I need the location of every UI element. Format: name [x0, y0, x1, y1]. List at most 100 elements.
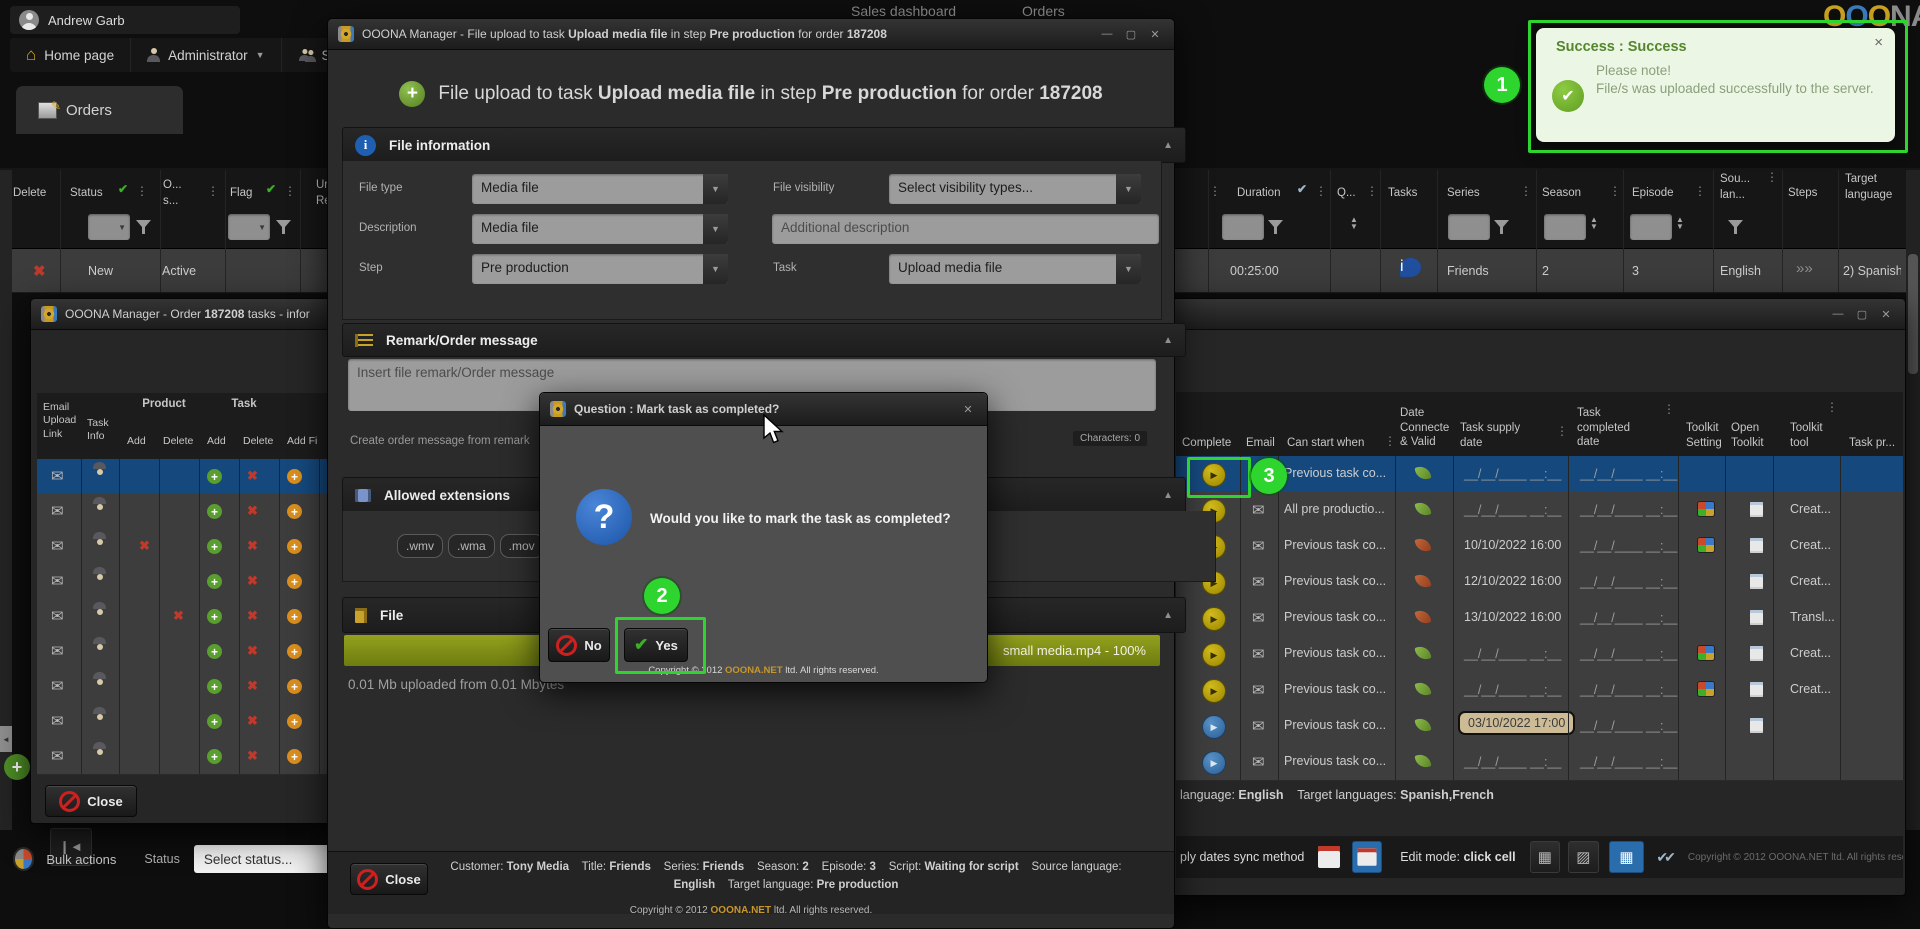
supply-date-cell[interactable]: 13/10/2022 16:00 — [1464, 610, 1561, 624]
col-product-add[interactable]: Add — [127, 435, 146, 448]
steps-icon[interactable]: »» — [1796, 260, 1813, 277]
status-filter-select[interactable]: ▼ — [88, 214, 130, 240]
email-icon[interactable]: ✉ — [1252, 753, 1265, 771]
kebab-icon[interactable]: ⋮ — [1520, 184, 1532, 198]
email-icon[interactable]: ✉ — [1252, 645, 1265, 663]
delete-order-icon[interactable]: ✖ — [33, 262, 46, 280]
col-task-add[interactable]: Add — [207, 435, 226, 448]
table-row[interactable]: ✉+✖+ — [37, 704, 344, 740]
play-icon[interactable]: ▶ — [1202, 715, 1226, 739]
file-upload-titlebar[interactable]: OOONA Manager - File upload to task Uplo… — [328, 19, 1174, 50]
email-upload-icon[interactable]: ✉ — [51, 677, 64, 695]
menu-administrator[interactable]: Administrator ▼ — [131, 38, 281, 72]
maximize-icon[interactable]: ▢ — [1853, 307, 1871, 322]
task-add-icon[interactable]: + — [207, 644, 222, 659]
close-icon[interactable]: ✕ — [1877, 307, 1895, 322]
duration-filter-select[interactable] — [1222, 214, 1264, 240]
task-add-icon[interactable]: + — [207, 469, 222, 484]
email-icon[interactable]: ✉ — [1252, 609, 1265, 627]
open-toolkit-icon[interactable] — [1750, 646, 1763, 661]
col-source-language[interactable]: Sou... — [1720, 172, 1750, 187]
email-upload-icon[interactable]: ✉ — [51, 537, 64, 555]
supply-date-cell[interactable]: __/__/____ __:__ — [1464, 503, 1561, 517]
email-upload-icon[interactable]: ✉ — [51, 747, 64, 765]
open-toolkit-icon[interactable] — [1750, 502, 1763, 517]
col-date-connected-valid[interactable]: Date Connecte & Valid — [1400, 406, 1456, 450]
email-upload-icon[interactable]: ✉ — [51, 712, 64, 730]
play-icon[interactable]: ▶ — [1202, 643, 1226, 667]
kebab-icon[interactable]: ⋮ — [1609, 184, 1621, 198]
product-delete-icon[interactable]: ✖ — [173, 608, 184, 624]
task-delete-icon[interactable]: ✖ — [247, 538, 258, 554]
order-tasks-titlebar[interactable]: OOONA Manager - Order 187208 tasks - inf… — [31, 299, 344, 330]
task-delete-icon[interactable]: ✖ — [247, 643, 258, 659]
task-delete-icon[interactable]: ✖ — [247, 573, 258, 589]
completed-date-cell[interactable]: __/__/____ __:__ — [1580, 683, 1677, 697]
col-task-delete[interactable]: Delete — [243, 435, 273, 448]
table-row[interactable]: ✉+✖+ — [37, 459, 344, 495]
calendar-icon[interactable] — [1318, 846, 1339, 868]
minimize-icon[interactable]: — — [1098, 27, 1116, 42]
task-row[interactable]: ▶ ✉ Previous task co... 10/10/2022 16:00… — [1176, 528, 1903, 565]
task-add-icon[interactable]: + — [207, 574, 222, 589]
completed-date-cell[interactable]: __/__/____ __:__ — [1580, 719, 1677, 733]
table-row[interactable]: ✉+✖+ — [37, 494, 344, 530]
email-icon[interactable]: ✉ — [1252, 501, 1265, 519]
col-duration[interactable]: Duration — [1237, 186, 1280, 201]
play-icon[interactable]: ▶ — [1202, 751, 1226, 775]
toolkit-setting-icon[interactable] — [1698, 538, 1714, 552]
col-s[interactable]: s... — [163, 194, 178, 209]
col-source-language2[interactable]: lan... — [1720, 188, 1745, 203]
tasks-info-titlebar[interactable]: — ▢ ✕ — [1161, 299, 1905, 330]
toolkit-setting-icon[interactable] — [1698, 682, 1714, 696]
add-file-icon[interactable]: + — [287, 469, 302, 484]
grid-edit-button[interactable]: ▦ — [1609, 841, 1645, 873]
completed-date-cell[interactable]: __/__/____ __:__ — [1580, 467, 1677, 481]
email-upload-icon[interactable]: ✉ — [51, 502, 64, 520]
open-toolkit-icon[interactable] — [1750, 574, 1763, 589]
table-row[interactable]: ✉+✖+ — [37, 669, 344, 705]
create-order-message-label[interactable]: Create order message from remark — [350, 435, 530, 447]
task-row[interactable]: ▶ ✉ Previous task co... 03/10/2022 17:00… — [1176, 708, 1903, 745]
no-button[interactable]: No — [548, 628, 610, 662]
col-email[interactable]: Email — [1246, 436, 1275, 451]
collapse-icon[interactable]: ▲ — [1163, 335, 1173, 346]
task-add-icon[interactable]: + — [207, 539, 222, 554]
supply-date-cell-highlighted[interactable]: 03/10/2022 17:00 — [1458, 711, 1575, 735]
sort-arrows[interactable]: ▲▼ — [1350, 216, 1358, 230]
task-delete-icon[interactable]: ✖ — [247, 748, 258, 764]
nav-sales-dashboard[interactable]: Sales dashboard — [851, 3, 956, 19]
supply-date-cell[interactable]: 10/10/2022 16:00 — [1464, 538, 1561, 552]
table-row[interactable]: ✉+✖+ — [37, 564, 344, 600]
close-button[interactable]: Close — [350, 863, 428, 895]
kebab-icon[interactable]: ⋮ — [1826, 400, 1838, 414]
kebab-icon[interactable]: ⋮ — [1766, 170, 1778, 184]
supply-date-cell[interactable]: __/__/____ __:__ — [1464, 755, 1561, 769]
vertical-scrollbar[interactable] — [1906, 170, 1920, 830]
supply-date-cell[interactable]: 12/10/2022 16:00 — [1464, 574, 1561, 588]
col-steps[interactable]: Steps — [1788, 186, 1817, 201]
email-icon[interactable]: ✉ — [1252, 717, 1265, 735]
col-email-upload-link[interactable]: Email Upload Link — [43, 401, 85, 457]
completed-date-cell[interactable]: __/__/____ __:__ — [1580, 611, 1677, 625]
col-add-file[interactable]: Add Fi — [287, 435, 317, 448]
step-select[interactable]: Pre production▼ — [472, 254, 728, 284]
task-add-icon[interactable]: + — [207, 679, 222, 694]
col-open-toolkit[interactable]: Open Toolkit — [1731, 421, 1773, 450]
add-file-icon[interactable]: + — [287, 714, 302, 729]
task-row[interactable]: ▶ ✉ Previous task co... 12/10/2022 16:00… — [1176, 564, 1903, 601]
toolkit-setting-icon[interactable] — [1698, 502, 1714, 516]
col-tasks[interactable]: Tasks — [1388, 186, 1417, 201]
kebab-icon[interactable]: ⋮ — [1556, 424, 1568, 438]
series-filter-select[interactable] — [1448, 214, 1490, 240]
nav-orders[interactable]: Orders — [1022, 3, 1065, 19]
section-remark[interactable]: Remark/Order message ▲ — [342, 323, 1186, 357]
email-icon[interactable]: ✉ — [1252, 681, 1265, 699]
add-file-icon[interactable]: + — [287, 609, 302, 624]
grid-search-button[interactable]: ▨ — [1568, 841, 1598, 873]
sort-arrows[interactable]: ▲▼ — [1590, 216, 1598, 230]
task-add-icon[interactable]: + — [207, 749, 222, 764]
close-icon[interactable]: ✕ — [1146, 27, 1164, 42]
completed-date-cell[interactable]: __/__/____ __:__ — [1580, 575, 1677, 589]
kebab-icon[interactable]: ⋮ — [1384, 434, 1396, 448]
